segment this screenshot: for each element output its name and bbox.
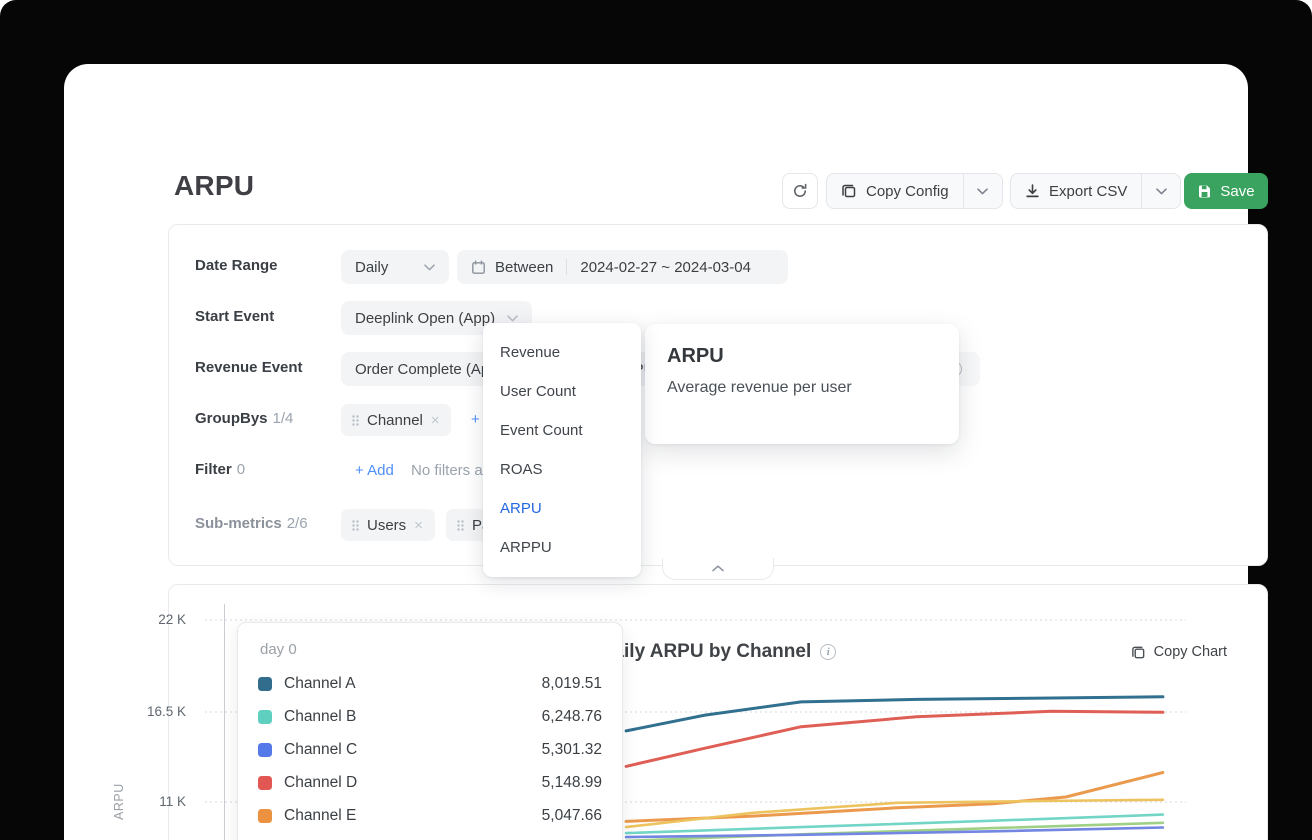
series-swatch xyxy=(258,677,272,691)
groupby-chip-channel[interactable]: Channel × xyxy=(341,404,451,436)
chevron-up-icon xyxy=(712,565,724,572)
series-value: 6,248.76 xyxy=(542,708,602,726)
save-icon xyxy=(1197,184,1212,199)
copy-config-label: Copy Config xyxy=(866,183,949,200)
submetrics-label: Sub-metrics2/6 xyxy=(195,515,308,532)
drag-handle-icon[interactable] xyxy=(457,520,464,531)
chart-tooltip: day 0 Channel A 8,019.51 Channel B 6,248… xyxy=(237,622,623,840)
chevron-down-icon xyxy=(1156,188,1167,195)
calendar-icon xyxy=(471,260,486,275)
copy-config-split-button: Copy Config xyxy=(826,173,1003,209)
tooltip-row: Channel D 5,148.99 xyxy=(258,766,602,799)
tooltip-row: Channel B 6,248.76 xyxy=(258,701,602,734)
groupby-chip-label: Channel xyxy=(367,412,423,429)
submetric-chip-users[interactable]: Users × xyxy=(341,509,435,541)
date-range-label: Date Range xyxy=(195,257,278,274)
menu-item-revenue[interactable]: Revenue xyxy=(483,333,641,372)
chevron-down-icon xyxy=(977,188,988,195)
copy-config-menu-button[interactable] xyxy=(963,174,1002,208)
metric-tip-description: Average revenue per user xyxy=(667,379,937,397)
metric-dropdown-menu: Revenue User Count Event Count ROAS ARPU… xyxy=(483,323,641,577)
granularity-value: Daily xyxy=(355,259,388,276)
y-axis-label: ARPU xyxy=(112,770,130,834)
save-label: Save xyxy=(1220,183,1254,200)
menu-item-event-count[interactable]: Event Count xyxy=(483,411,641,450)
drag-handle-icon[interactable] xyxy=(352,520,359,531)
series-swatch xyxy=(258,809,272,823)
app-window: ARPU Copy Config Export CSV Save xyxy=(0,0,1312,840)
series-name: Channel D xyxy=(284,774,357,792)
ytick-11k: 11 K xyxy=(126,794,186,809)
add-filter-button[interactable]: + Add xyxy=(355,462,394,479)
menu-item-roas[interactable]: ROAS xyxy=(483,450,641,489)
copy-icon xyxy=(1131,645,1146,660)
menu-item-user-count[interactable]: User Count xyxy=(483,372,641,411)
metric-description-tooltip: ARPU Average revenue per user xyxy=(645,324,959,444)
tooltip-row: Channel C 5,301.32 xyxy=(258,734,602,767)
revenue-event-label: Revenue Event xyxy=(195,359,303,376)
date-range-value: 2024-02-27 ~ 2024-03-04 xyxy=(580,259,751,276)
chevron-down-icon xyxy=(424,264,435,271)
date-mode: Between xyxy=(495,259,553,276)
series-name: Channel A xyxy=(284,675,356,693)
export-csv-menu-button[interactable] xyxy=(1141,174,1180,208)
remove-icon[interactable]: × xyxy=(431,413,440,428)
chart-title: Daily ARPU by Channel xyxy=(600,641,812,663)
menu-item-arpu[interactable]: ARPU xyxy=(483,489,641,528)
refresh-button[interactable] xyxy=(782,173,818,209)
series-swatch xyxy=(258,776,272,790)
copy-icon xyxy=(841,183,857,199)
export-csv-label: Export CSV xyxy=(1049,183,1127,200)
series-value: 5,047.66 xyxy=(542,807,602,825)
tooltip-header: day 0 xyxy=(260,641,602,658)
series-value: 8,019.51 xyxy=(542,675,602,693)
chevron-down-icon xyxy=(507,315,518,322)
series-name: Channel B xyxy=(284,708,356,726)
series-value: 5,301.32 xyxy=(542,741,602,759)
page-title: ARPU xyxy=(174,170,254,202)
download-icon xyxy=(1025,183,1040,199)
series-swatch xyxy=(258,743,272,757)
series-name: Channel C xyxy=(284,741,357,759)
copy-chart-button[interactable]: Copy Chart xyxy=(1131,644,1227,660)
save-button[interactable]: Save xyxy=(1184,173,1268,209)
info-icon[interactable]: i xyxy=(820,644,836,660)
copy-chart-label: Copy Chart xyxy=(1154,644,1227,660)
series-value: 5,148.99 xyxy=(542,774,602,792)
refresh-icon xyxy=(792,183,808,199)
series-swatch xyxy=(258,710,272,724)
groupbys-label: GroupBys1/4 xyxy=(195,410,293,427)
metric-tip-title: ARPU xyxy=(667,345,937,368)
ytick-22k: 22 K xyxy=(126,612,186,627)
remove-icon[interactable]: × xyxy=(414,518,423,533)
revenue-event-value: Order Complete (App) xyxy=(355,361,503,378)
tooltip-row: Channel F 3,411.94 xyxy=(258,832,602,840)
start-event-label: Start Event xyxy=(195,308,274,325)
menu-item-arppu[interactable]: ARPPU xyxy=(483,528,641,567)
export-csv-button[interactable]: Export CSV xyxy=(1011,174,1141,208)
granularity-select[interactable]: Daily xyxy=(341,250,449,284)
date-range-picker[interactable]: Between 2024-02-27 ~ 2024-03-04 xyxy=(457,250,788,284)
submetric-chip-label: Users xyxy=(367,517,406,534)
series-name: Channel E xyxy=(284,807,356,825)
collapse-panel-button[interactable] xyxy=(662,558,774,580)
export-csv-split-button: Export CSV xyxy=(1010,173,1181,209)
tooltip-row: Channel A 8,019.51 xyxy=(258,668,602,701)
drag-handle-icon[interactable] xyxy=(352,415,359,426)
start-event-value: Deeplink Open (App) xyxy=(355,310,495,327)
copy-config-button[interactable]: Copy Config xyxy=(827,174,963,208)
tooltip-row: Channel E 5,047.66 xyxy=(258,799,602,832)
filter-label: Filter0 xyxy=(195,461,245,478)
ytick-16-5k: 16.5 K xyxy=(126,704,186,719)
divider xyxy=(566,259,567,275)
